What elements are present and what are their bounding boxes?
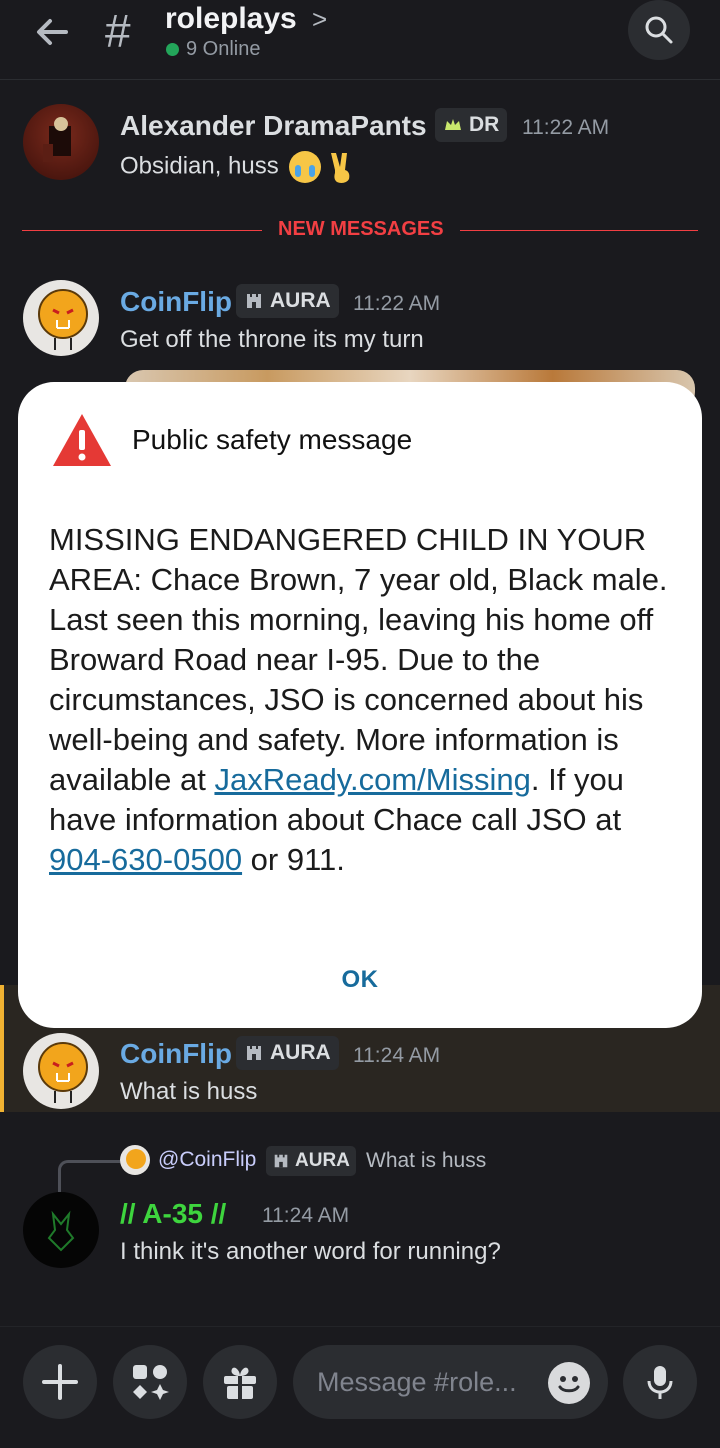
- dialog-body-text: or 911.: [242, 842, 345, 877]
- avatar[interactable]: [23, 1192, 99, 1268]
- search-button[interactable]: [628, 0, 690, 60]
- microphone-icon: [647, 1366, 673, 1399]
- badge-label: AURA: [295, 1150, 350, 1171]
- channel-name[interactable]: roleplays: [165, 2, 297, 36]
- message-author[interactable]: CoinFlip: [120, 286, 232, 318]
- victory-hand-emoji-icon: [328, 150, 356, 184]
- channel-hash-icon: #: [105, 5, 131, 57]
- gift-icon: [224, 1367, 256, 1399]
- ok-button[interactable]: OK: [320, 966, 400, 994]
- phone-link[interactable]: 904-630-0500: [49, 842, 242, 877]
- message-timestamp: 11:24 AM: [353, 1044, 441, 1067]
- apps-button[interactable]: [113, 1345, 187, 1419]
- emoji-button[interactable]: [548, 1362, 590, 1404]
- message-item[interactable]: // A-35 // 11:24 AM I think it's another…: [0, 1190, 720, 1280]
- dialog-body: MISSING ENDANGERED CHILD IN YOUR AREA: C…: [49, 520, 669, 880]
- message-timestamp: 11:22 AM: [353, 292, 441, 315]
- message-author[interactable]: Alexander DramaPants: [120, 110, 427, 142]
- channel-header: # roleplays > 9 Online: [0, 0, 720, 80]
- badge-label: DR: [469, 113, 500, 136]
- badge-label: AURA: [270, 1041, 331, 1064]
- message-text: Obsidian, huss: [120, 150, 356, 184]
- message-text: I think it's another word for running?: [120, 1238, 501, 1265]
- online-dot: [166, 43, 179, 56]
- dialog-body-text: MISSING ENDANGERED CHILD IN YOUR AREA: C…: [49, 522, 668, 797]
- reply-role-badge: AURA: [266, 1146, 356, 1176]
- castle-icon: [274, 1154, 288, 1168]
- message-author[interactable]: CoinFlip: [120, 1038, 232, 1070]
- message-item[interactable]: Alexander DramaPants DR 11:22 AM Obsidia…: [0, 100, 720, 200]
- plus-icon: [42, 1364, 78, 1400]
- missing-info-link[interactable]: JaxReady.com/Missing: [214, 762, 530, 797]
- back-button[interactable]: [30, 10, 74, 54]
- dialog-title: Public safety message: [132, 424, 413, 455]
- message-author[interactable]: // A-35 //: [120, 1198, 226, 1230]
- apps-icon: [133, 1365, 169, 1400]
- emoji-icon: [558, 1376, 580, 1393]
- search-icon: [645, 16, 673, 44]
- back-arrow-icon: [37, 19, 68, 45]
- warning-icon: [53, 414, 111, 466]
- message-item[interactable]: CoinFlip AURA 11:22 AM Get off the thron…: [0, 278, 720, 368]
- reply-connector: [58, 1160, 120, 1192]
- message-item[interactable]: CoinFlip AURA 11:24 AM What is huss: [0, 1030, 720, 1110]
- badge-label: AURA: [270, 289, 331, 312]
- add-attachment-button[interactable]: [23, 1345, 97, 1419]
- message-input-wrapper: [293, 1345, 608, 1419]
- message-text: Get off the throne its my turn: [120, 326, 424, 353]
- message-timestamp: 11:22 AM: [522, 116, 610, 139]
- message-content: Obsidian, huss: [120, 152, 279, 180]
- castle-icon: [247, 294, 261, 308]
- role-badge: AURA: [236, 1036, 339, 1070]
- role-badge: AURA: [236, 284, 339, 318]
- online-count: 9 Online: [166, 38, 261, 61]
- reply-preview-text[interactable]: What is huss: [366, 1149, 486, 1173]
- reply-avatar: [120, 1145, 150, 1175]
- message-timestamp: 11:24 AM: [262, 1204, 350, 1227]
- castle-icon: [247, 1046, 261, 1060]
- crying-face-emoji-icon: [289, 151, 322, 183]
- voice-message-button[interactable]: [623, 1345, 697, 1419]
- avatar[interactable]: [23, 280, 99, 356]
- avatar[interactable]: [23, 104, 99, 180]
- reply-mention[interactable]: @CoinFlip: [158, 1148, 256, 1172]
- gift-button[interactable]: [203, 1345, 277, 1419]
- message-text: What is huss: [120, 1078, 258, 1105]
- chevron-right-icon[interactable]: >: [312, 4, 327, 35]
- online-label: 9 Online: [186, 38, 261, 60]
- new-messages-label: NEW MESSAGES: [262, 218, 460, 241]
- role-badge: DR: [435, 108, 508, 142]
- crown-icon: [445, 119, 461, 130]
- message-input[interactable]: [317, 1365, 537, 1399]
- avatar[interactable]: [23, 1033, 99, 1109]
